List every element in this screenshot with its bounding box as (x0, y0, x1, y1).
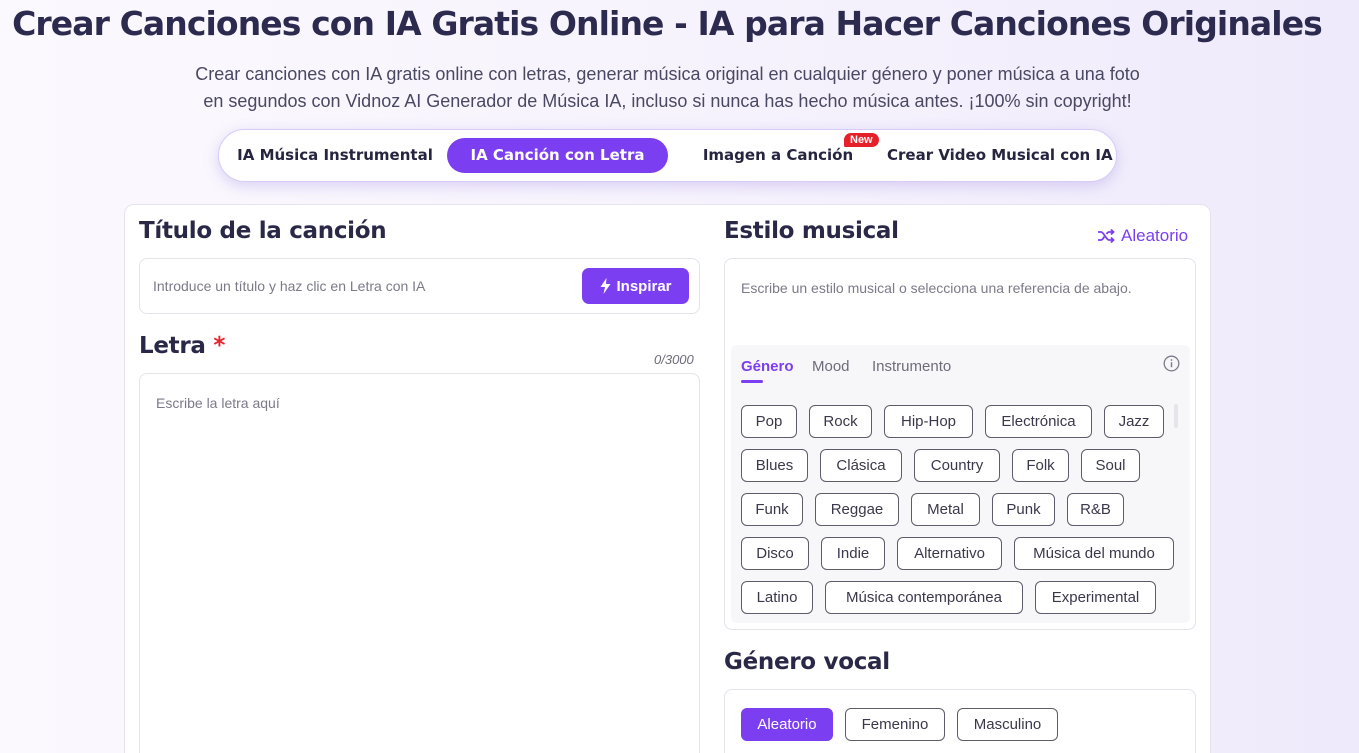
genre-chip[interactable]: Rock (809, 405, 872, 438)
genre-chip[interactable]: Música contemporánea (825, 581, 1023, 614)
genre-chip[interactable]: Indie (821, 537, 885, 570)
genre-chip[interactable]: Jazz (1104, 405, 1164, 438)
inspire-label: Inspirar (616, 277, 672, 295)
page-subtitle: Crear canciones con IA gratis online con… (100, 61, 1235, 115)
random-style-label: Aleatorio (1121, 226, 1189, 245)
subtab-instrument[interactable]: Instrumento (872, 358, 951, 375)
genre-chip[interactable]: Country (914, 449, 1000, 482)
music-style-input[interactable]: Escribe un estilo musical o selecciona u… (741, 276, 1171, 300)
tab-song-with-lyrics[interactable]: IA Canción con Letra (447, 138, 668, 173)
song-title-heading: Título de la canción (139, 218, 387, 244)
subtitle-line-2: en segundos con Vidnoz AI Generador de M… (203, 91, 1132, 111)
lyrics-counter: 0/3000 (654, 352, 694, 367)
new-badge: New (844, 133, 879, 147)
chips-scrollbar[interactable] (1174, 404, 1178, 428)
required-mark: * (213, 333, 226, 359)
music-style-box: Escribe un estilo musical o selecciona u… (724, 258, 1196, 630)
lightning-bolt-icon (600, 278, 611, 294)
genre-chip[interactable]: Experimental (1035, 581, 1156, 614)
vocal-option-female[interactable]: Femenino (845, 708, 945, 741)
genre-chip[interactable]: Hip-Hop (884, 405, 973, 438)
genre-chip[interactable]: Folk (1012, 449, 1069, 482)
lyrics-heading-text: Letra (139, 333, 206, 359)
genre-chip[interactable]: Música del mundo (1014, 537, 1174, 570)
subtab-mood[interactable]: Mood (812, 358, 850, 375)
mode-tabs: IA Música Instrumental IA Canción con Le… (218, 129, 1117, 182)
song-title-placeholder: Introduce un título y haz clic en Letra … (153, 278, 426, 294)
genre-chip[interactable]: Disco (741, 537, 809, 570)
genre-chip[interactable]: Punk (992, 493, 1055, 526)
subtab-genre[interactable]: Género (741, 358, 794, 375)
genre-chip[interactable]: Electrónica (985, 405, 1092, 438)
genre-chip[interactable]: Funk (741, 493, 803, 526)
genre-chip[interactable]: Metal (911, 493, 980, 526)
subtab-underline (741, 380, 763, 383)
page-title: Crear Canciones con IA Gratis Online - I… (12, 4, 1323, 43)
tab-image-to-song[interactable]: Imagen a Canción (689, 138, 867, 173)
music-style-heading: Estilo musical (724, 218, 899, 244)
genre-chip[interactable]: Latino (741, 581, 813, 614)
tab-instrumental-music[interactable]: IA Música Instrumental (235, 138, 435, 173)
genre-chip[interactable]: Clásica (820, 449, 902, 482)
genre-chip[interactable]: Reggae (815, 493, 899, 526)
genre-chip[interactable]: Blues (741, 449, 808, 482)
subtitle-line-1: Crear canciones con IA gratis online con… (195, 64, 1140, 84)
inspire-button[interactable]: Inspirar (582, 268, 689, 304)
lyrics-textarea[interactable]: Escribe la letra aquí (139, 373, 700, 753)
song-title-field[interactable]: Introduce un título y haz clic en Letra … (139, 258, 700, 314)
genre-chip[interactable]: Alternativo (897, 537, 1002, 570)
genre-chip[interactable]: R&B (1067, 493, 1124, 526)
genre-chip[interactable]: Pop (741, 405, 797, 438)
lyrics-heading: Letra * (139, 333, 225, 359)
vocal-gender-heading: Género vocal (724, 649, 890, 675)
lyrics-placeholder: Escribe la letra aquí (156, 395, 280, 411)
tab-music-video[interactable]: Crear Video Musical con IA (887, 138, 1113, 173)
random-style-button[interactable]: Aleatorio (1097, 226, 1188, 246)
vocal-option-male[interactable]: Masculino (957, 708, 1058, 741)
vocal-option-random[interactable]: Aleatorio (741, 708, 833, 741)
genre-chip[interactable]: Soul (1081, 449, 1140, 482)
info-icon[interactable] (1163, 355, 1180, 372)
shuffle-icon (1098, 228, 1115, 244)
